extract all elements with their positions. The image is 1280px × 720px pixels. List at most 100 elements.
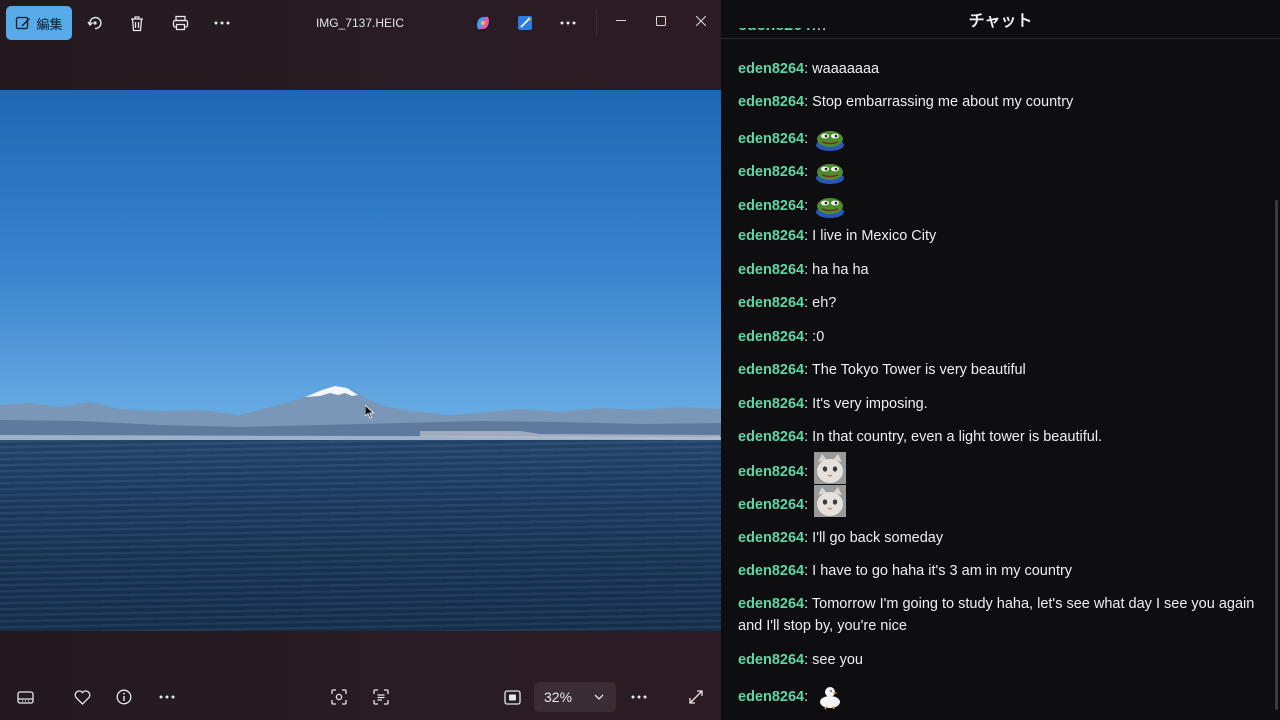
username-separator: : <box>804 596 812 612</box>
zoom-dropdown[interactable]: 32% <box>534 682 616 712</box>
chat-scrollbar[interactable] <box>1275 200 1278 710</box>
chat-message: eden8264: :0 <box>738 326 1263 348</box>
pepe-emote[interactable] <box>814 158 846 186</box>
chat-message: eden8264: Tomorrow I'm going to study ha… <box>738 593 1263 637</box>
username-separator: : <box>804 329 813 345</box>
chat-username[interactable]: eden8264 <box>738 131 804 147</box>
file-title: IMG_7137.HEIC <box>315 16 405 30</box>
chat-username[interactable]: eden8264 <box>738 497 804 513</box>
chat-message: eden8264: In that country, even a light … <box>738 426 1263 448</box>
cat-emote[interactable] <box>814 485 847 517</box>
edit-button[interactable]: 編集 <box>6 6 72 40</box>
copilot-icon <box>477 16 489 30</box>
chat-username[interactable]: eden8264 <box>738 94 804 110</box>
minimize-button[interactable] <box>601 8 641 34</box>
chat-message: eden8264: eh? <box>738 292 1263 314</box>
bottom-more-button[interactable] <box>150 682 184 712</box>
info-button[interactable] <box>107 682 141 712</box>
username-separator: : <box>804 496 813 513</box>
chat-username[interactable]: eden8264 <box>738 228 804 244</box>
chat-username[interactable]: eden8264 <box>738 596 804 612</box>
chat-username[interactable]: eden8264 <box>738 362 804 378</box>
chat-username[interactable]: eden8264 <box>738 689 804 705</box>
designer-icon <box>518 16 532 30</box>
chat-username[interactable]: eden8264 <box>738 464 804 480</box>
text-scan-icon <box>373 689 389 705</box>
chat-message: eden8264: see you <box>738 649 1263 671</box>
chat-username[interactable]: eden8264 <box>738 429 804 445</box>
chat-message-text: :0 <box>812 329 825 345</box>
filmstrip-icon <box>16 690 34 704</box>
favorite-button[interactable] <box>65 682 99 712</box>
chat-username[interactable]: eden8264 <box>738 329 804 345</box>
chat-username[interactable]: eden8264 <box>738 262 804 278</box>
pepe-emote[interactable] <box>814 192 846 220</box>
chat-username[interactable]: eden8264 <box>738 295 804 311</box>
username-separator: : <box>804 563 813 579</box>
chat-message-text: eh? <box>812 295 837 311</box>
close-button[interactable] <box>681 8 721 34</box>
username-separator: : <box>804 130 813 147</box>
designer-button[interactable] <box>508 7 542 39</box>
close-icon <box>696 16 706 26</box>
username-separator: : <box>804 295 813 311</box>
username-separator: : <box>804 163 813 180</box>
maximize-button[interactable] <box>641 8 681 34</box>
username-separator: : <box>804 463 813 480</box>
rotate-button[interactable] <box>78 7 112 39</box>
chat-message-text: I'll go back someday <box>812 530 944 546</box>
minimize-icon <box>616 20 626 21</box>
chat-username[interactable]: eden8264 <box>738 652 804 668</box>
chat-message: eden8264: The Tokyo Tower is very beauti… <box>738 359 1263 381</box>
chat-message: eden8264: <box>738 452 1263 484</box>
chat-username[interactable]: eden8264 <box>738 563 804 579</box>
chat-message: eden8264: Stop embarrassing me about my … <box>738 91 1263 113</box>
chat-message: eden8264: I live in Mexico City <box>738 225 1263 247</box>
viewer-bottom-bar: 32% <box>0 674 721 720</box>
chat-message: eden8264: <box>738 192 1263 220</box>
username-separator: : <box>804 228 813 244</box>
zoom-more-button[interactable] <box>622 682 656 712</box>
pepe-emote[interactable] <box>814 125 846 153</box>
more-icon <box>159 695 175 699</box>
visual-search-button[interactable] <box>322 682 356 712</box>
chat-message: eden8264: <box>738 683 1263 711</box>
delete-button[interactable] <box>120 7 154 39</box>
print-button[interactable] <box>163 7 197 39</box>
fullscreen-button[interactable] <box>679 682 713 712</box>
photo-canvas[interactable] <box>0 90 721 631</box>
chat-message-text: In that country, even a light tower is b… <box>812 429 1103 445</box>
chat-username[interactable]: eden8264 <box>738 198 804 214</box>
fit-to-window-button[interactable] <box>495 682 529 712</box>
chat-message-text: ha ha ha <box>812 262 869 278</box>
username-separator: : <box>804 429 813 445</box>
chat-message: eden8264: <box>738 125 1263 153</box>
partial-message: eden8264… <box>738 28 938 40</box>
chat-message: eden8264: <box>738 158 1263 186</box>
visual-search-icon <box>331 689 347 705</box>
chat-username[interactable]: eden8264 <box>738 530 804 546</box>
more-options-button-2[interactable] <box>551 7 585 39</box>
chat-panel: チャット eden8264… eden8264: waaaaaaaeden826… <box>721 0 1280 720</box>
chat-message: eden8264: <box>738 485 1263 517</box>
cat-emote[interactable] <box>814 452 847 484</box>
more-options-button[interactable] <box>205 7 239 39</box>
username-separator: : <box>804 652 813 668</box>
chat-username[interactable]: eden8264 <box>738 396 804 412</box>
chat-message: eden8264: I'll go back someday <box>738 527 1263 549</box>
chat-message: eden8264: waaaaaaa <box>738 58 1263 80</box>
chevron-down-icon <box>594 694 604 700</box>
fullscreen-icon <box>689 690 703 704</box>
mouse-cursor-icon <box>365 405 375 419</box>
delete-icon <box>131 15 143 31</box>
filmstrip-button[interactable] <box>8 682 42 712</box>
chat-message-text: waaaaaaa <box>812 61 880 77</box>
more-icon <box>560 21 576 25</box>
duck-emote[interactable] <box>814 683 846 711</box>
chat-username[interactable]: eden8264 <box>738 61 804 77</box>
chat-message-text: see you <box>812 652 863 668</box>
copilot-button[interactable] <box>466 7 500 39</box>
username-separator: : <box>804 94 813 110</box>
chat-username[interactable]: eden8264 <box>738 164 804 180</box>
text-scan-button[interactable] <box>364 682 398 712</box>
